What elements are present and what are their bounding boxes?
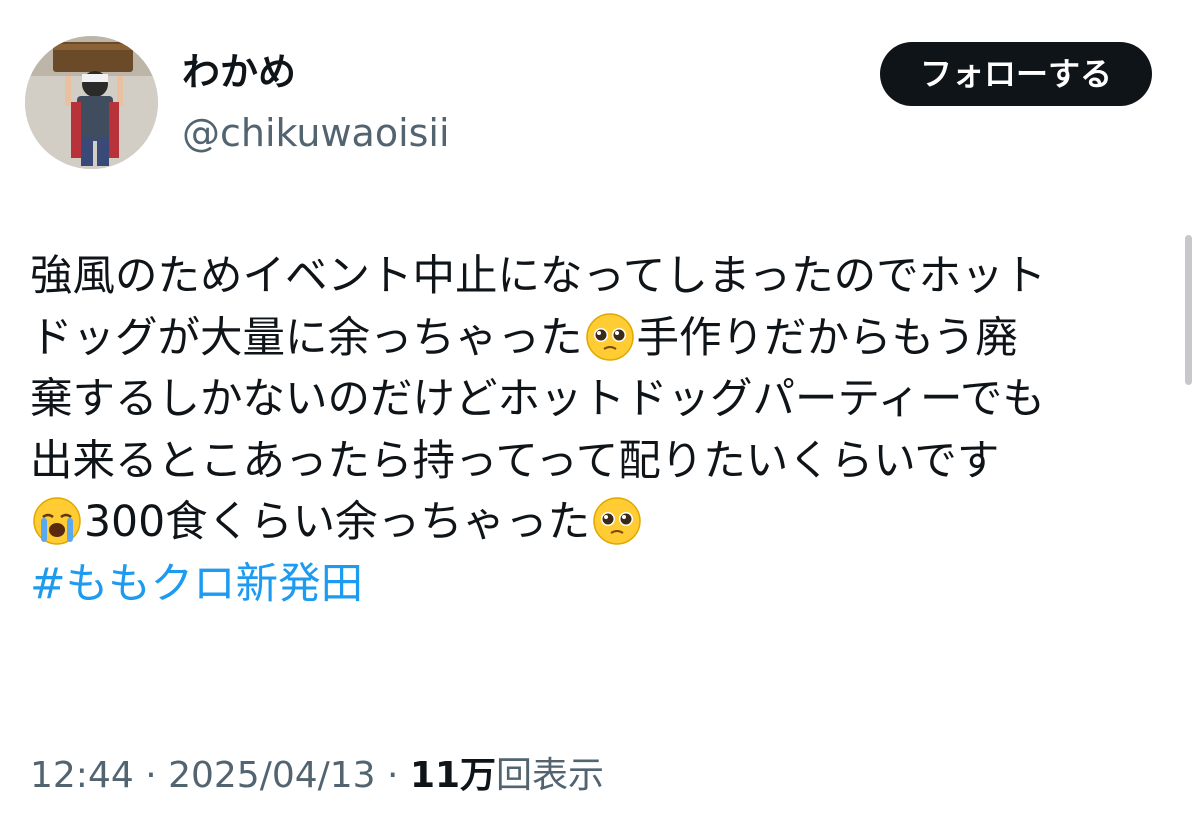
meta-separator: · [375,755,410,796]
tweet-text-line: 強風のためイベント中止になってしまったのでホット [30,252,1047,301]
follow-button[interactable]: フォローする [880,42,1152,106]
author-avatar[interactable] [25,36,158,169]
scrollbar[interactable] [1185,235,1192,385]
hashtag-link[interactable]: #ももクロ新発田 [30,560,363,609]
author-handle[interactable]: @chikuwaoisii [182,106,450,160]
tweet-text-line: 出来るとこあったら持ってって配りたいくらいです [30,436,1000,486]
pleading-face-icon [592,496,642,546]
avatar-image [25,36,158,169]
tweet-text-line: 300食くらい余っちゃった [30,492,1170,554]
tweet-date[interactable]: 2025/04/13 [168,755,376,796]
pleading-face-icon [585,312,635,362]
tweet-meta: 12:44 · 2025/04/13 · 11万回表示 [30,750,604,802]
author-display-name[interactable]: わかめ [182,44,296,100]
views-label: 回表示 [496,755,605,796]
tweet-text-line: ドッグが大量に余っちゃった 手作りだからもう廃 [30,312,1018,363]
loudly-crying-face-icon [32,496,82,546]
tweet-hashtag-line: #ももクロ新発田 [30,554,1170,616]
tweet-time[interactable]: 12:44 [30,755,134,796]
tweet-text: 強風のためイベント中止になってしまったのでホット ドッグが大量に余っちゃった 手作… [30,246,1170,615]
tweet-text-line: 棄するしかないのだけどホットドッグパーティーでも [30,375,1045,424]
views-count: 11万 [409,755,497,796]
meta-separator: · [133,755,169,796]
